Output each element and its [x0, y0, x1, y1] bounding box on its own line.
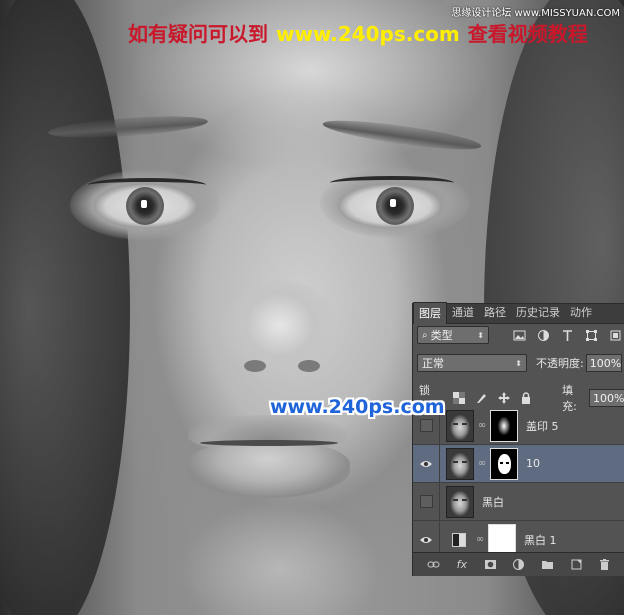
blend-row: 正常 ⬍ 不透明度: 100% [413, 354, 624, 372]
right-eye-glint [390, 199, 396, 207]
banner-right-text: 查看视频教程 [467, 22, 588, 46]
filter-kind-dropdown[interactable]: ⌕ 类型 ⬍ [417, 326, 489, 344]
layer-mask-thumbnail[interactable] [490, 447, 518, 480]
layer-name[interactable]: 黑白 [482, 494, 504, 510]
search-icon: ⌕ [422, 329, 428, 341]
type-filter-icon[interactable] [559, 327, 575, 343]
link-chain-icon[interactable]: ∞ [475, 534, 485, 545]
tab-channels[interactable]: 通道 [447, 302, 479, 323]
layer-10[interactable]: ∞ 10 [413, 445, 624, 483]
layer-black-white[interactable]: 黑白 [413, 483, 624, 521]
lower-lip [186, 442, 350, 498]
source-watermark: 思缘设计论坛 www.MISSYUAN.COM [451, 8, 620, 19]
opacity-label: 不透明度: [536, 357, 584, 370]
left-eye-glint [141, 200, 147, 208]
smart-object-filter-icon[interactable] [607, 327, 623, 343]
layer-mask-thumbnail[interactable] [488, 523, 516, 556]
tab-layers[interactable]: 图层 [413, 302, 447, 324]
lock-transparent-pixels-icon[interactable] [451, 390, 467, 406]
tab-history[interactable]: 历史记录 [511, 302, 565, 323]
layer-thumbnail [446, 409, 474, 442]
fill-input[interactable]: 100% [589, 389, 624, 407]
tutorial-banner: 如有疑问可以到 www.240ps.com 查看视频教程 [128, 18, 588, 47]
banner-site-link[interactable]: www.240ps.com [276, 22, 460, 46]
link-chain-icon[interactable]: ∞ [477, 420, 487, 431]
layer-name[interactable]: 10 [526, 457, 540, 470]
pixel-filter-icon[interactable] [511, 327, 527, 343]
updown-arrows-icon: ⬍ [515, 358, 522, 368]
tab-actions[interactable]: 动作 [565, 302, 597, 323]
layer-thumbnail [446, 485, 474, 518]
adjustment-filter-icon[interactable] [535, 327, 551, 343]
hair-left [0, 0, 130, 615]
eye-visible-icon [420, 460, 432, 467]
layers-panel: 图层 通道 路径 历史记录 动作 ⌕ 类型 ⬍ 正常 ⬍ 不透明度: 100% … [412, 302, 624, 576]
visibility-toggle[interactable] [413, 445, 440, 482]
panel-tabs: 图层 通道 路径 历史记录 动作 [413, 302, 624, 324]
blend-mode-value: 正常 [422, 357, 444, 370]
left-nostril [244, 360, 266, 372]
opacity-input[interactable]: 100% [585, 354, 622, 372]
filter-row: ⌕ 类型 ⬍ [413, 326, 624, 344]
eye-visible-icon [420, 536, 432, 543]
folder-icon[interactable] [540, 557, 556, 573]
layer-name[interactable]: 黑白 1 [524, 532, 557, 548]
hidden-visibility-box [419, 495, 433, 508]
layer-mask-thumbnail[interactable] [490, 409, 518, 442]
lock-all-icon[interactable] [519, 390, 535, 406]
trash-icon[interactable] [597, 557, 613, 573]
layers-list: ∞ 盖印 5 ∞ 10 黑白 ∞ 黑白 1 [413, 407, 624, 559]
panel-footer: fx [413, 552, 624, 576]
link-chain-icon[interactable]: ∞ [477, 458, 487, 469]
hidden-visibility-box [419, 419, 433, 432]
add-mask-icon[interactable] [482, 557, 498, 573]
tab-paths[interactable]: 路径 [479, 302, 511, 323]
adjustment-icon[interactable] [511, 557, 527, 573]
adjustment-layer-icon [446, 525, 472, 555]
lock-image-pixels-icon[interactable] [473, 390, 489, 406]
lock-position-icon[interactable] [496, 390, 512, 406]
updown-arrows-icon: ⬍ [477, 330, 484, 340]
layer-name[interactable]: 盖印 5 [526, 418, 559, 434]
site-watermark: www.240ps.com [270, 396, 445, 418]
right-nostril [298, 360, 320, 372]
new-layer-icon[interactable] [568, 557, 584, 573]
layer-thumbnail [446, 447, 474, 480]
nose [220, 280, 340, 380]
chin [180, 500, 380, 615]
blend-mode-dropdown[interactable]: 正常 ⬍ [417, 354, 527, 372]
visibility-toggle[interactable] [413, 483, 440, 520]
fx-icon[interactable]: fx [454, 557, 470, 573]
shape-filter-icon[interactable] [583, 327, 599, 343]
filter-kind-value: 类型 [430, 329, 453, 342]
lip-line [200, 440, 338, 446]
link-icon[interactable] [425, 557, 441, 573]
banner-left-text: 如有疑问可以到 [128, 22, 268, 46]
